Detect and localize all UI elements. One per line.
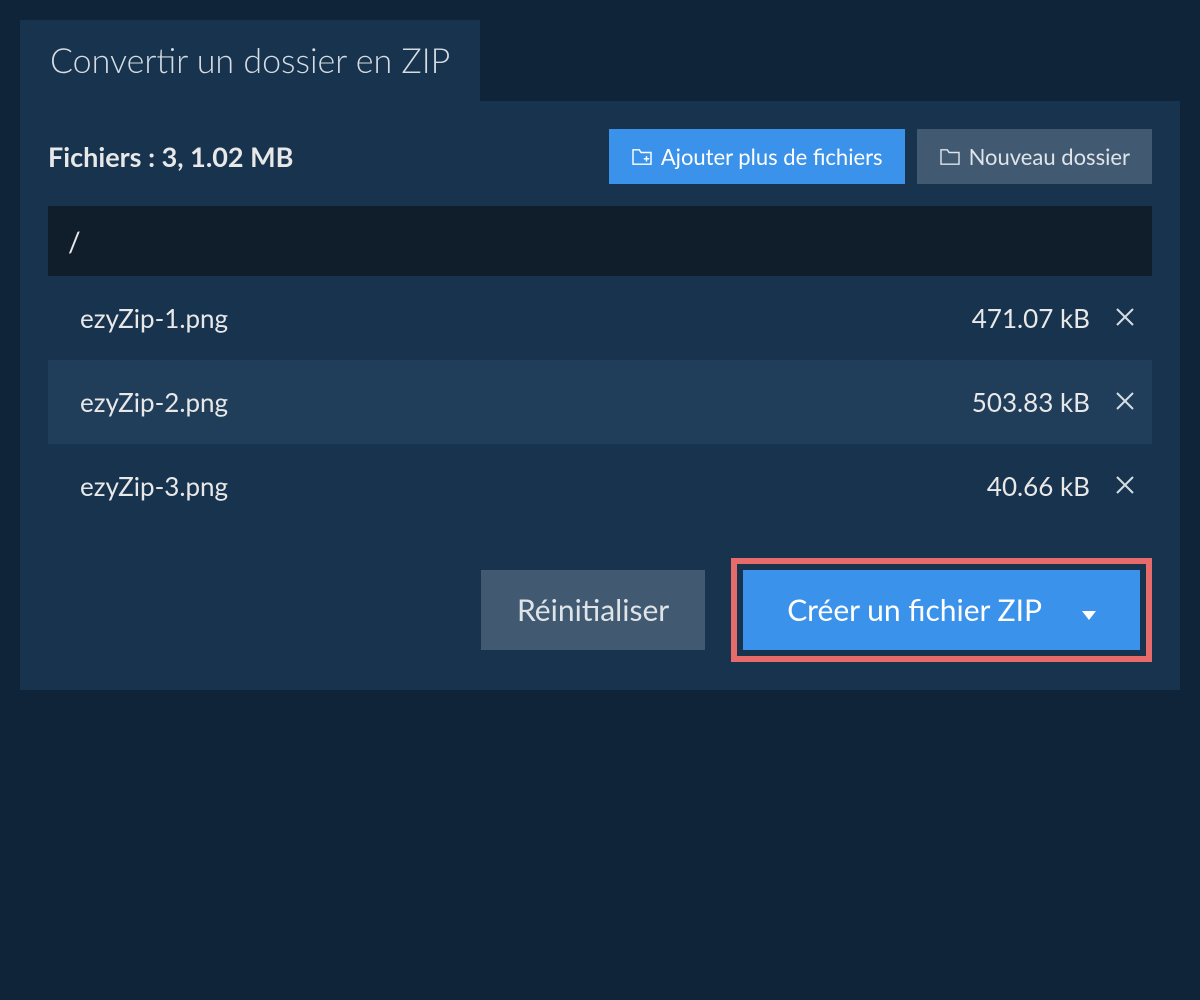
tab-title: Convertir un dossier en ZIP	[50, 40, 450, 81]
new-folder-label: Nouveau dossier	[969, 143, 1130, 170]
file-name: ezyZip-2.png	[80, 386, 972, 418]
remove-file-button[interactable]	[1110, 466, 1140, 506]
file-summary-count: 3	[162, 140, 178, 173]
path-bar[interactable]: /	[48, 206, 1152, 276]
file-size: 503.83 kB	[972, 386, 1090, 418]
file-row[interactable]: ezyZip-1.png 471.07 kB	[48, 276, 1152, 360]
new-folder-button[interactable]: Nouveau dossier	[917, 129, 1152, 184]
file-summary-sep: ,	[177, 140, 190, 173]
create-zip-button[interactable]: Créer un fichier ZIP	[743, 570, 1140, 650]
file-row[interactable]: ezyZip-2.png 503.83 kB	[48, 360, 1152, 444]
file-summary: Fichiers : 3, 1.02 MB	[48, 140, 609, 173]
main-panel: Fichiers : 3, 1.02 MB Ajouter plus de fi…	[20, 101, 1180, 690]
folder-plus-icon	[631, 148, 653, 166]
add-files-label: Ajouter plus de fichiers	[661, 143, 883, 170]
close-icon	[1114, 390, 1136, 412]
file-row[interactable]: ezyZip-3.png 40.66 kB	[48, 444, 1152, 528]
create-zip-highlight: Créer un fichier ZIP	[731, 558, 1152, 662]
file-summary-label: Fichiers :	[48, 140, 155, 173]
remove-file-button[interactable]	[1110, 298, 1140, 338]
current-path: /	[68, 224, 81, 258]
file-size: 471.07 kB	[972, 302, 1090, 334]
create-zip-label: Créer un fichier ZIP	[787, 592, 1042, 628]
add-files-button[interactable]: Ajouter plus de fichiers	[609, 129, 905, 184]
file-size: 40.66 kB	[987, 470, 1090, 502]
file-summary-size: 1.02 MB	[190, 140, 293, 173]
file-list: ezyZip-1.png 471.07 kB ezyZip-2.png 503.…	[48, 276, 1152, 528]
close-icon	[1114, 306, 1136, 328]
caret-down-icon	[1082, 592, 1096, 628]
file-name: ezyZip-1.png	[80, 302, 972, 334]
tab-convert-folder[interactable]: Convertir un dossier en ZIP	[20, 20, 480, 101]
file-name: ezyZip-3.png	[80, 470, 987, 502]
close-icon	[1114, 474, 1136, 496]
action-bar: Réinitialiser Créer un fichier ZIP	[48, 558, 1152, 662]
folder-icon	[939, 148, 961, 166]
reset-label: Réinitialiser	[517, 592, 669, 628]
remove-file-button[interactable]	[1110, 382, 1140, 422]
reset-button[interactable]: Réinitialiser	[481, 570, 705, 650]
toolbar: Fichiers : 3, 1.02 MB Ajouter plus de fi…	[48, 129, 1152, 184]
